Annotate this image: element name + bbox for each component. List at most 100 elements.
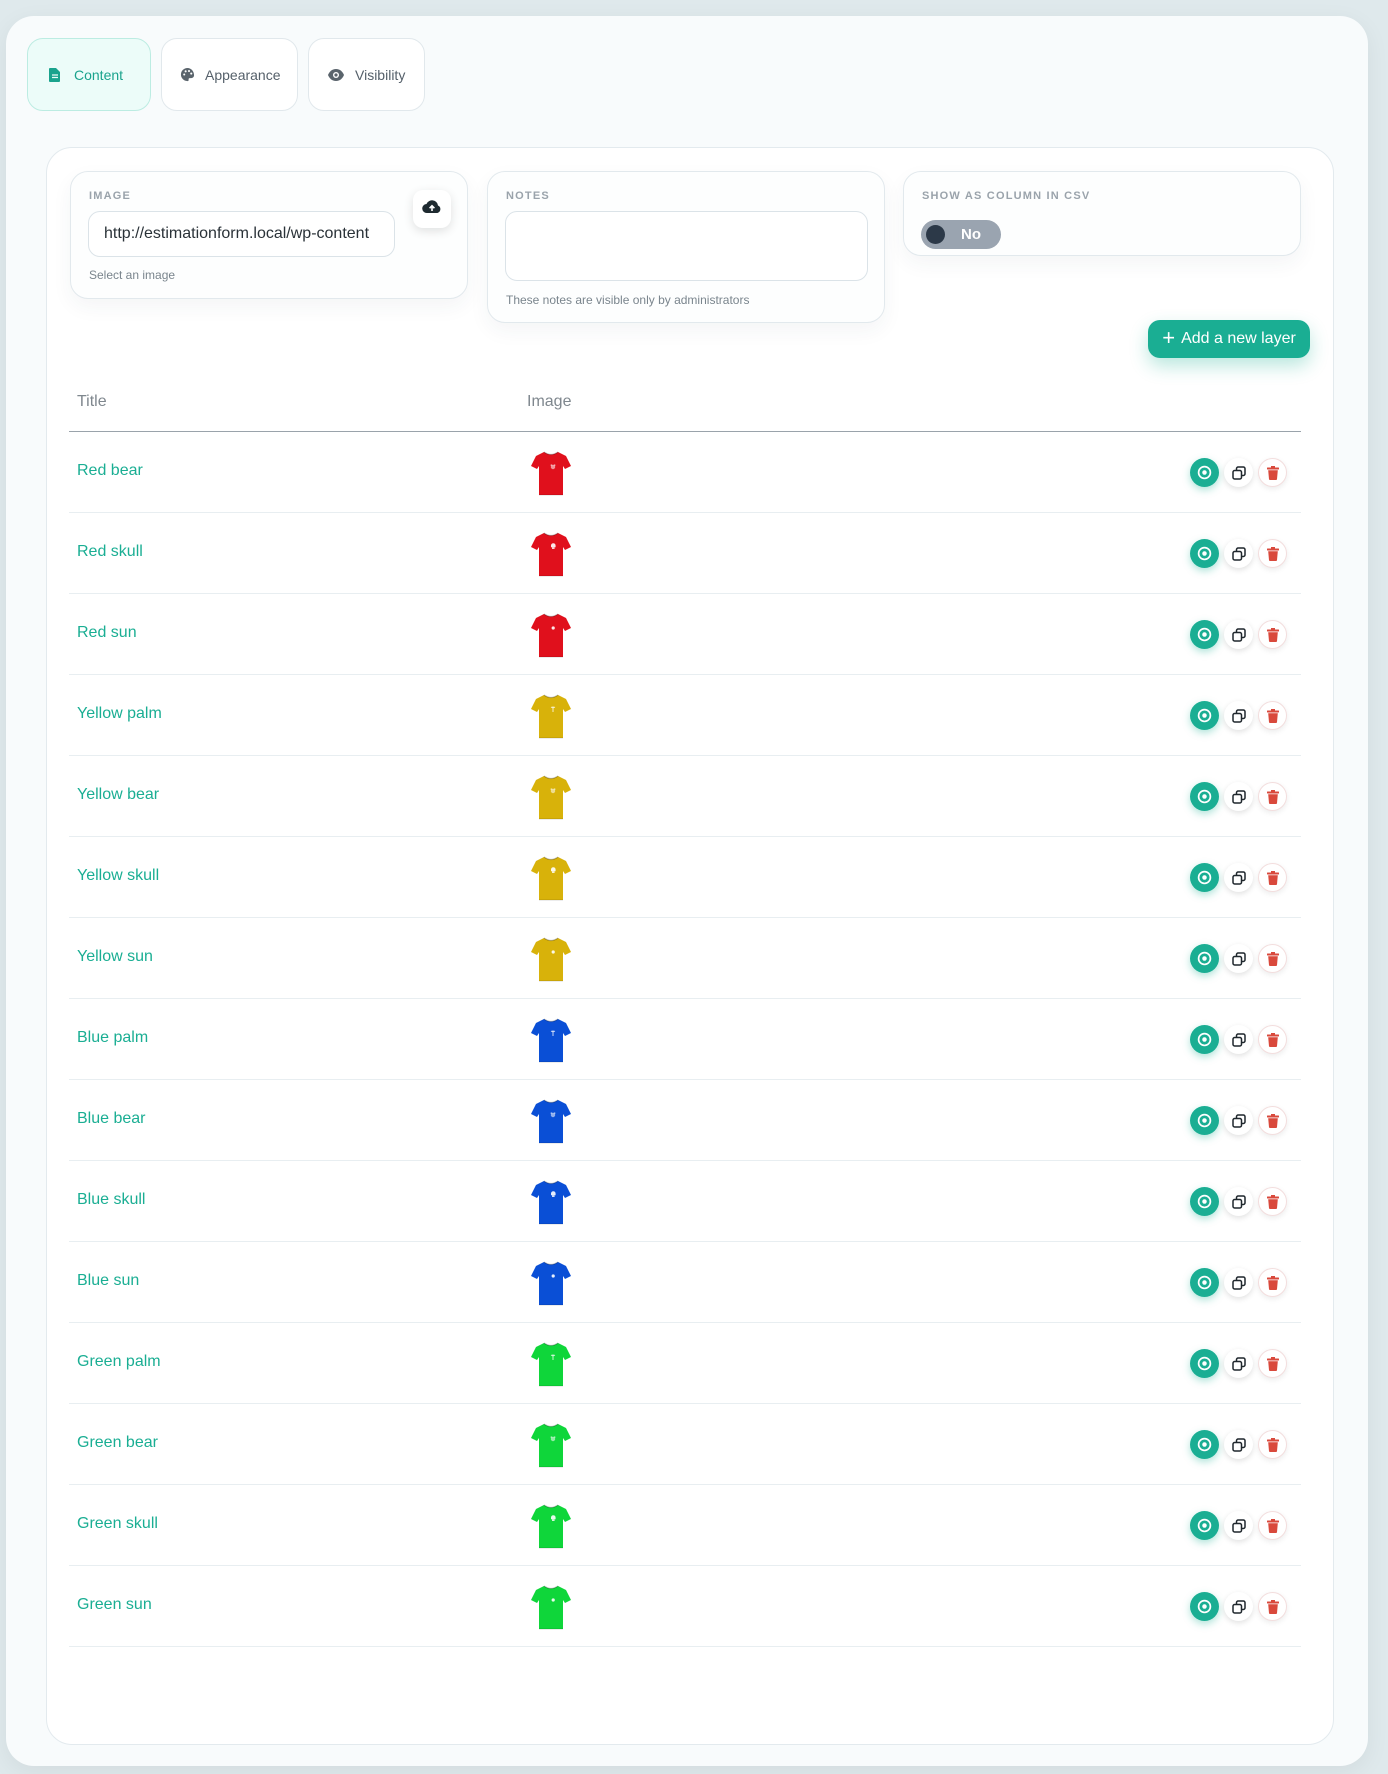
csv-field-label: SHOW AS COLUMN IN CSV [922,190,1091,202]
duplicate-button[interactable] [1224,944,1253,973]
view-button[interactable] [1190,1349,1219,1378]
view-button[interactable] [1190,458,1219,487]
delete-button[interactable] [1258,1106,1287,1135]
csv-toggle[interactable]: No [921,220,1001,249]
table-row: Blue skull [69,1161,1301,1242]
delete-button[interactable] [1258,782,1287,811]
tab-appearance[interactable]: Appearance [161,38,298,111]
column-header-title: Title [77,393,107,410]
file-icon [46,66,64,84]
duplicate-button[interactable] [1224,1511,1253,1540]
layer-title[interactable]: Red skull [77,543,143,561]
row-actions [1190,782,1287,811]
tshirt-thumbnail [527,1015,575,1065]
duplicate-button[interactable] [1224,1349,1253,1378]
duplicate-button[interactable] [1224,1025,1253,1054]
duplicate-button[interactable] [1224,1106,1253,1135]
layer-title[interactable]: Green palm [77,1353,161,1371]
view-button[interactable] [1190,1106,1219,1135]
cloud-upload-icon [422,199,442,219]
editor-panel: Content Appearance Visibility IMAGE http… [6,16,1368,1766]
layer-title[interactable]: Yellow sun [77,948,153,966]
duplicate-icon [1231,627,1246,642]
view-button[interactable] [1190,1025,1219,1054]
layer-title[interactable]: Red sun [77,624,137,642]
layer-title[interactable]: Yellow bear [77,786,159,804]
tshirt-thumbnail [527,934,575,984]
duplicate-button[interactable] [1224,1268,1253,1297]
row-actions [1190,1349,1287,1378]
image-url-input[interactable]: http://estimationform.local/wp-content [88,211,395,257]
layer-title[interactable]: Blue bear [77,1110,146,1128]
delete-button[interactable] [1258,1430,1287,1459]
notes-textarea[interactable] [505,211,868,281]
duplicate-button[interactable] [1224,620,1253,649]
table-row: Yellow palm [69,675,1301,756]
row-actions [1190,1592,1287,1621]
row-actions [1190,944,1287,973]
layer-title[interactable]: Blue palm [77,1029,148,1047]
delete-button[interactable] [1258,1268,1287,1297]
row-actions [1190,1025,1287,1054]
duplicate-icon [1231,708,1246,723]
tab-content[interactable]: Content [27,38,151,111]
layer-title[interactable]: Blue skull [77,1191,145,1209]
delete-button[interactable] [1258,701,1287,730]
table-row: Yellow bear [69,756,1301,837]
tshirt-thumbnail [527,1177,575,1227]
duplicate-button[interactable] [1224,1187,1253,1216]
delete-button[interactable] [1258,1187,1287,1216]
view-button[interactable] [1190,1592,1219,1621]
row-actions [1190,1187,1287,1216]
tshirt-thumbnail [527,1501,575,1551]
trash-icon [1266,1518,1279,1533]
layer-title[interactable]: Green sun [77,1596,152,1614]
delete-button[interactable] [1258,1025,1287,1054]
delete-button[interactable] [1258,944,1287,973]
duplicate-button[interactable] [1224,1430,1253,1459]
delete-button[interactable] [1258,1592,1287,1621]
row-actions [1190,863,1287,892]
tab-label: Visibility [355,66,406,83]
view-button[interactable] [1190,782,1219,811]
trash-icon [1266,627,1279,642]
delete-button[interactable] [1258,620,1287,649]
view-button[interactable] [1190,1268,1219,1297]
layer-title[interactable]: Green skull [77,1515,158,1533]
tshirt-thumbnail [527,610,575,660]
table-row: Yellow sun [69,918,1301,999]
duplicate-button[interactable] [1224,863,1253,892]
eye-icon [1197,465,1212,480]
tab-visibility[interactable]: Visibility [308,38,425,111]
add-layer-button[interactable]: + Add a new layer [1148,320,1310,358]
view-button[interactable] [1190,863,1219,892]
view-button[interactable] [1190,701,1219,730]
upload-button[interactable] [413,190,451,228]
view-button[interactable] [1190,1511,1219,1540]
view-button[interactable] [1190,539,1219,568]
duplicate-button[interactable] [1224,539,1253,568]
layer-title[interactable]: Blue sun [77,1272,139,1290]
layer-title[interactable]: Green bear [77,1434,158,1452]
table-row: Green palm [69,1323,1301,1404]
view-button[interactable] [1190,1187,1219,1216]
view-button[interactable] [1190,620,1219,649]
delete-button[interactable] [1258,1511,1287,1540]
duplicate-button[interactable] [1224,458,1253,487]
delete-button[interactable] [1258,1349,1287,1378]
duplicate-button[interactable] [1224,782,1253,811]
layer-title[interactable]: Red bear [77,462,143,480]
layer-title[interactable]: Yellow skull [77,867,159,885]
delete-button[interactable] [1258,539,1287,568]
view-button[interactable] [1190,1430,1219,1459]
duplicate-button[interactable] [1224,1592,1253,1621]
trash-icon [1266,789,1279,804]
table-row: Red bear [69,432,1301,513]
eye-icon [1197,708,1212,723]
duplicate-icon [1231,870,1246,885]
duplicate-button[interactable] [1224,701,1253,730]
delete-button[interactable] [1258,863,1287,892]
delete-button[interactable] [1258,458,1287,487]
layer-title[interactable]: Yellow palm [77,705,162,723]
view-button[interactable] [1190,944,1219,973]
